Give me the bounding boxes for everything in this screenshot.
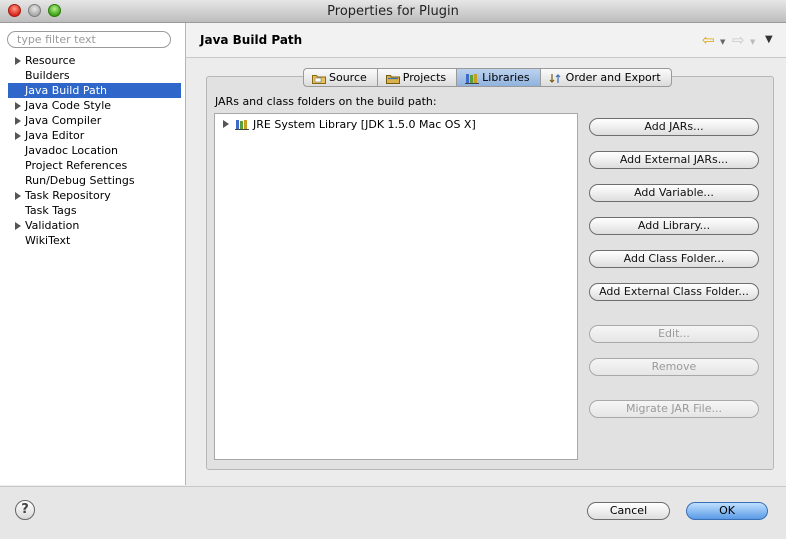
properties-window: Properties for Plugin Resource Builders … <box>0 0 786 539</box>
sidebar: Resource Builders Java Build Path Java C… <box>0 23 186 485</box>
tree-item-java-compiler[interactable]: Java Compiler <box>0 113 185 128</box>
tree-item-validation[interactable]: Validation <box>0 218 185 233</box>
expand-triangle-icon[interactable] <box>15 132 21 140</box>
add-external-class-folder-button[interactable]: Add External Class Folder... <box>589 283 759 301</box>
tab-order-and-export[interactable]: Order and Export <box>540 68 672 87</box>
tree-item-java-code-style[interactable]: Java Code Style <box>0 98 185 113</box>
cancel-button[interactable]: Cancel <box>587 502 670 520</box>
tab-source[interactable]: Source <box>303 68 378 87</box>
libraries-icon <box>465 72 480 84</box>
tree-item-wikitext[interactable]: WikiText <box>0 233 185 248</box>
add-jars-button[interactable]: Add JARs... <box>589 118 759 136</box>
library-icon <box>235 119 249 130</box>
tree-item-resource[interactable]: Resource <box>0 53 185 68</box>
filter-input[interactable] <box>7 31 171 48</box>
forward-arrow-icon[interactable]: ⇨ <box>732 31 745 49</box>
expand-triangle-icon[interactable] <box>15 192 21 200</box>
page-header: Java Build Path ⇦ ▼ ⇨ ▼ ▼ <box>186 23 786 58</box>
history-navigation: ⇦ ▼ ⇨ ▼ ▼ <box>702 31 778 49</box>
add-class-folder-button[interactable]: Add Class Folder... <box>589 250 759 268</box>
help-icon[interactable]: ? <box>15 500 35 520</box>
build-path-label: JARs and class folders on the build path… <box>215 95 437 108</box>
window-title: Properties for Plugin <box>327 4 459 19</box>
expand-triangle-icon[interactable] <box>15 117 21 125</box>
tree-item-run-debug-settings[interactable]: Run/Debug Settings <box>0 173 185 188</box>
tree-item-java-build-path[interactable]: Java Build Path <box>8 83 181 98</box>
property-tree: Resource Builders Java Build Path Java C… <box>0 53 185 248</box>
expand-triangle-icon[interactable] <box>15 57 21 65</box>
add-external-jars-button[interactable]: Add External JARs... <box>589 151 759 169</box>
page-title: Java Build Path <box>200 33 303 47</box>
add-library-button[interactable]: Add Library... <box>589 217 759 235</box>
expand-triangle-icon[interactable] <box>15 102 21 110</box>
back-arrow-icon[interactable]: ⇦ <box>702 31 715 49</box>
back-dropdown-icon[interactable]: ▼ <box>720 33 725 51</box>
tab-libraries[interactable]: Libraries <box>457 68 541 87</box>
title-bar: Properties for Plugin <box>0 0 786 23</box>
tree-item-task-repository[interactable]: Task Repository <box>0 188 185 203</box>
projects-icon <box>385 72 400 84</box>
expand-triangle-icon[interactable] <box>15 222 21 230</box>
tree-item-builders[interactable]: Builders <box>0 68 185 83</box>
add-variable-button[interactable]: Add Variable... <box>589 184 759 202</box>
build-path-list[interactable]: JRE System Library [JDK 1.5.0 Mac OS X] <box>214 113 578 460</box>
expand-triangle-icon[interactable] <box>223 120 229 128</box>
remove-button[interactable]: Remove <box>589 358 759 376</box>
forward-dropdown-icon[interactable]: ▼ <box>750 33 755 51</box>
tab-bar: Source Projects Libraries Order and Expo… <box>303 68 672 87</box>
order-export-icon <box>549 72 563 83</box>
source-folder-icon <box>312 72 326 84</box>
tree-item-java-editor[interactable]: Java Editor <box>0 128 185 143</box>
tab-projects[interactable]: Projects <box>377 68 458 87</box>
tree-item-project-references[interactable]: Project References <box>0 158 185 173</box>
tree-item-javadoc-location[interactable]: Javadoc Location <box>0 143 185 158</box>
tree-item-task-tags[interactable]: Task Tags <box>0 203 185 218</box>
migrate-jar-button[interactable]: Migrate JAR File... <box>589 400 759 418</box>
edit-button[interactable]: Edit... <box>589 325 759 343</box>
ok-button[interactable]: OK <box>686 502 768 520</box>
view-menu-icon[interactable]: ▼ <box>765 31 773 49</box>
